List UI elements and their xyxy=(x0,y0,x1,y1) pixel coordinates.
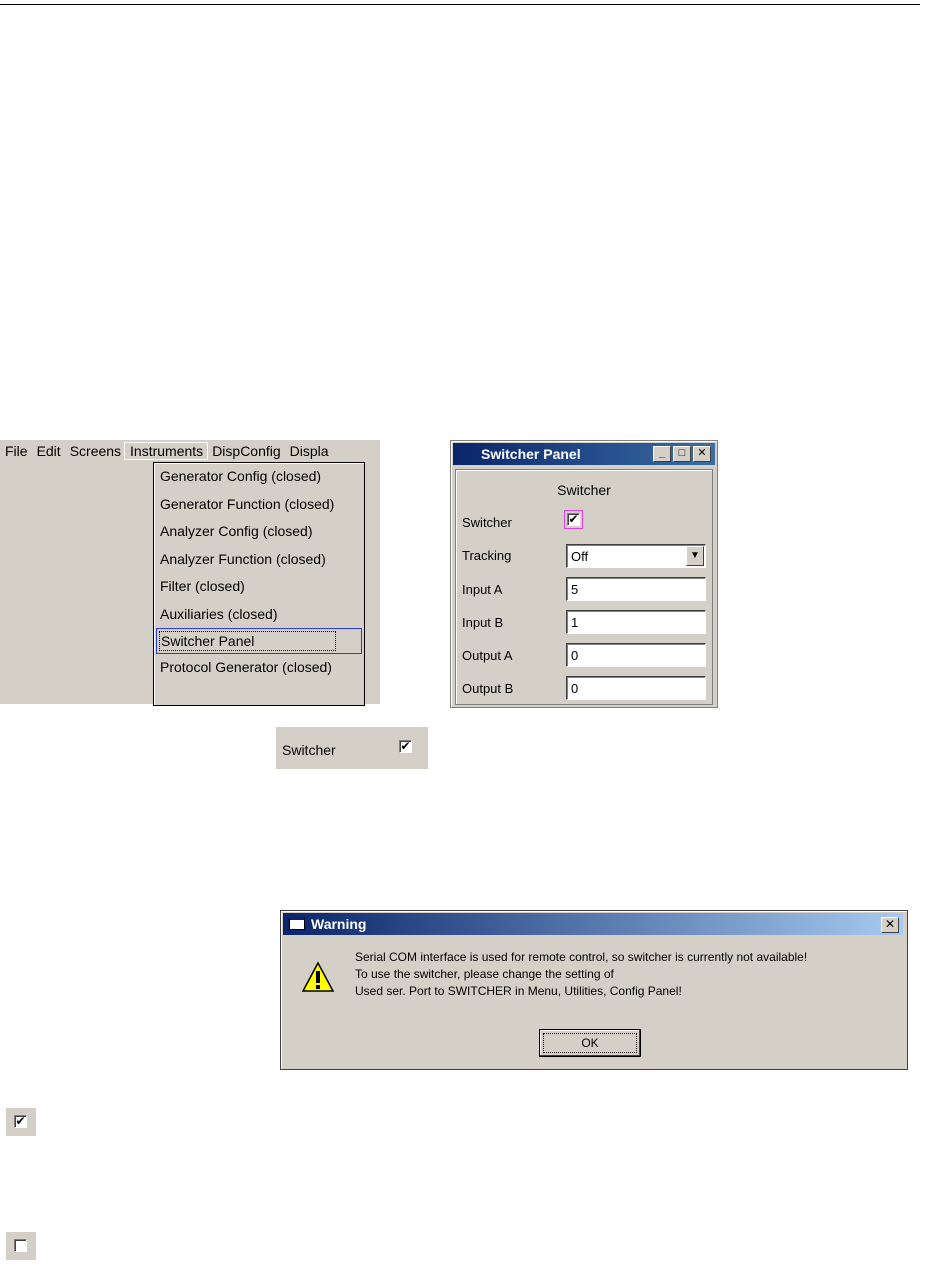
instruments-dropdown: Generator Config (closed) Generator Func… xyxy=(153,462,365,706)
tracking-label: Tracking xyxy=(462,548,512,563)
switcher-panel-window: Switcher Panel _ □ ✕ Switcher Switcher ✔… xyxy=(450,440,718,708)
unchecked-checkbox-sample xyxy=(6,1232,36,1260)
switcher-panel-body: Switcher Switcher ✔ Tracking Off ▼ Input… xyxy=(455,469,713,705)
menu-display[interactable]: Displa xyxy=(285,443,333,459)
checked-checkbox-sample: ✔ xyxy=(6,1108,36,1136)
checkbox-unchecked-icon[interactable] xyxy=(14,1239,27,1252)
menubar: File Edit Screens Instruments DispConfig… xyxy=(0,440,380,462)
input-a-label: Input A xyxy=(462,582,503,597)
warning-line-1: Serial COM interface is used for remote … xyxy=(355,950,808,964)
warning-icon xyxy=(301,961,335,992)
close-icon[interactable]: ✕ xyxy=(881,917,899,933)
ok-button-label: OK xyxy=(543,1033,637,1053)
menu-item-generator-function[interactable]: Generator Function (closed) xyxy=(154,491,364,519)
tracking-value: Off xyxy=(571,549,589,564)
menu-file[interactable]: File xyxy=(0,443,32,459)
switcher-panel-titlebar[interactable]: Switcher Panel _ □ ✕ xyxy=(453,443,715,465)
menu-item-switcher-panel-label: Switcher Panel xyxy=(158,631,337,651)
switcher-row-snippet: Switcher ✔ xyxy=(276,727,428,769)
menu-instruments[interactable]: Instruments xyxy=(124,442,209,460)
menu-item-analyzer-config[interactable]: Analyzer Config (closed) xyxy=(154,518,364,546)
output-b-label: Output B xyxy=(462,681,514,696)
output-a-field[interactable]: 0 xyxy=(566,643,706,667)
menu-dispconfig[interactable]: DispConfig xyxy=(207,443,284,459)
menu-item-generator-config[interactable]: Generator Config (closed) xyxy=(154,463,364,491)
switcher-row-label: Switcher xyxy=(282,742,336,758)
warning-line-3: Used ser. Port to SWITCHER in Menu, Util… xyxy=(355,984,682,998)
window-title: Switcher Panel xyxy=(481,446,581,462)
chevron-down-icon[interactable]: ▼ xyxy=(686,546,704,566)
menu-item-switcher-panel[interactable]: Switcher Panel xyxy=(156,628,362,654)
menu-screenshot: File Edit Screens Instruments DispConfig… xyxy=(0,440,380,706)
section-title: Switcher xyxy=(557,482,611,498)
tracking-select[interactable]: Off ▼ xyxy=(566,544,706,568)
minimize-icon[interactable]: _ xyxy=(653,446,671,462)
switcher-checkbox-focus[interactable]: ✔ xyxy=(564,510,583,529)
checkbox-checked-icon[interactable]: ✔ xyxy=(14,1115,27,1128)
menu-item-analyzer-function[interactable]: Analyzer Function (closed) xyxy=(154,546,364,574)
maximize-icon[interactable]: □ xyxy=(673,446,691,462)
menu-item-filter[interactable]: Filter (closed) xyxy=(154,573,364,601)
input-b-field[interactable]: 1 xyxy=(566,610,706,634)
warning-dialog: Warning ✕ Serial COM interface is used f… xyxy=(280,910,908,1070)
warning-message: Serial COM interface is used for remote … xyxy=(355,949,807,1000)
menu-screens[interactable]: Screens xyxy=(65,443,125,459)
window-icon xyxy=(289,917,305,930)
switcher-row-checkbox[interactable]: ✔ xyxy=(399,740,412,753)
page-top-rule xyxy=(0,4,920,5)
menu-edit[interactable]: Edit xyxy=(32,443,65,459)
warning-title: Warning xyxy=(311,916,367,932)
output-b-field[interactable]: 0 xyxy=(566,676,706,700)
menu-item-auxiliaries[interactable]: Auxiliaries (closed) xyxy=(154,601,364,629)
menu-item-protocol-generator[interactable]: Protocol Generator (closed) xyxy=(154,654,364,682)
input-b-label: Input B xyxy=(462,615,504,630)
switcher-label: Switcher xyxy=(462,515,512,530)
close-icon[interactable]: ✕ xyxy=(693,446,711,462)
output-a-label: Output A xyxy=(462,648,513,663)
ok-button[interactable]: OK xyxy=(539,1029,641,1057)
input-a-field[interactable]: 5 xyxy=(566,577,706,601)
warning-titlebar[interactable]: Warning ✕ xyxy=(283,913,903,935)
switcher-checkbox[interactable]: ✔ xyxy=(567,513,580,526)
warning-line-2: To use the switcher, please change the s… xyxy=(355,967,614,981)
